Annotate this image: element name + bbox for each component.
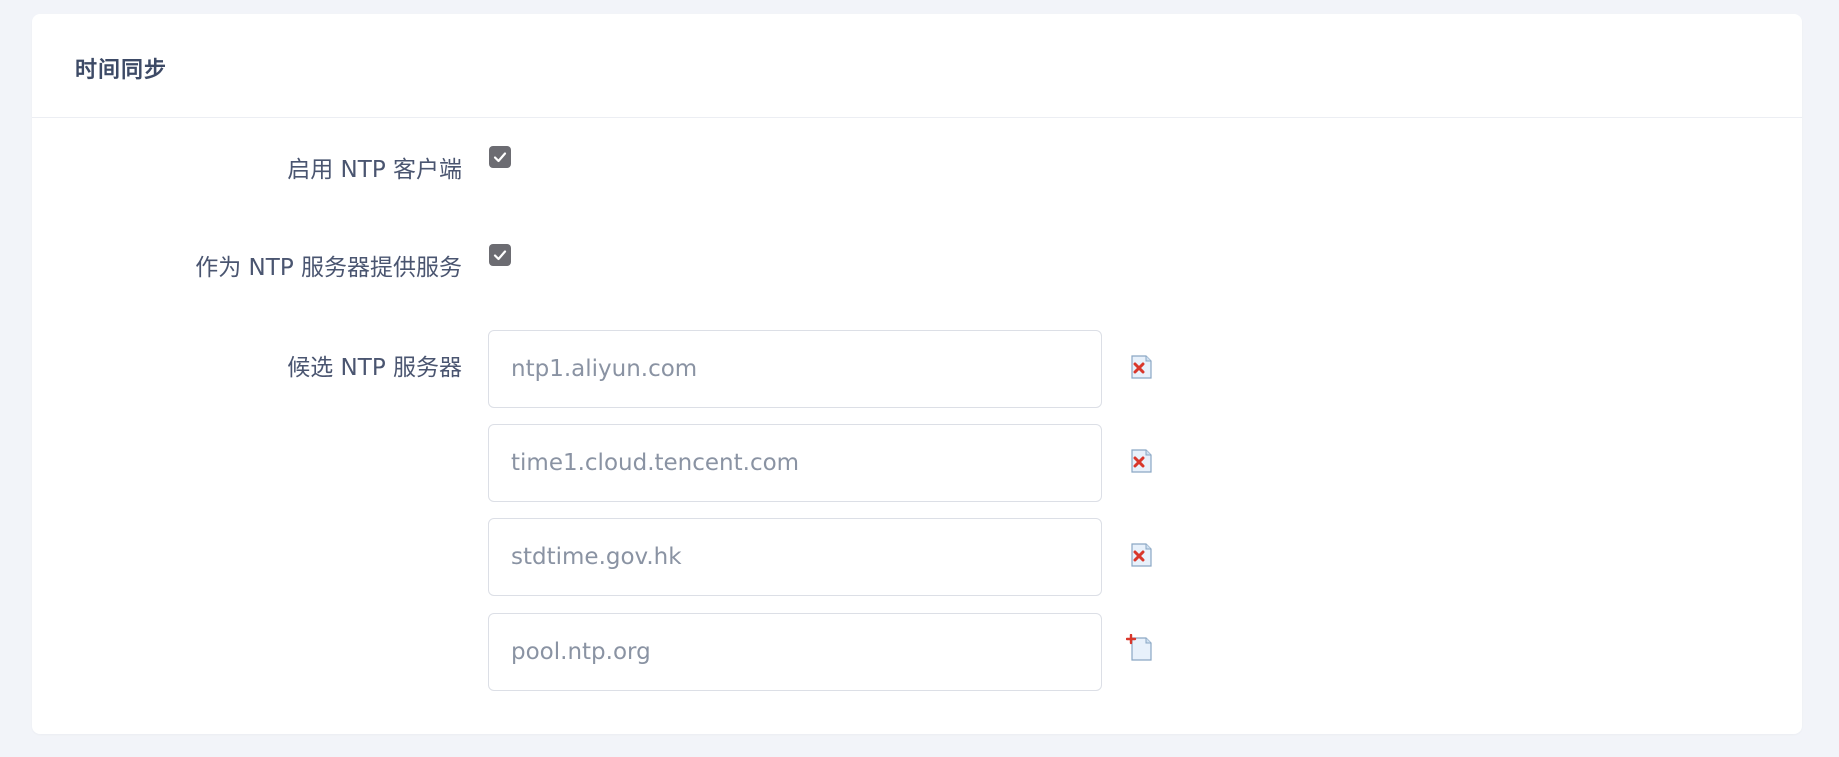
add-server-button[interactable]	[1126, 634, 1156, 664]
time-sync-card: 时间同步 启用 NTP 客户端 作为 NTP 服务器提供服务 候选 NTP 服务…	[32, 14, 1802, 734]
remove-icon	[1131, 355, 1152, 379]
remove-server-button[interactable]	[1126, 540, 1156, 570]
ntp-server-input[interactable]	[488, 330, 1102, 408]
candidate-ntp-servers-label: 候选 NTP 服务器	[287, 355, 462, 381]
ntp-server-input[interactable]	[488, 613, 1102, 691]
remove-icon	[1131, 449, 1152, 473]
card-header: 时间同步	[32, 14, 1802, 118]
card-title: 时间同步	[75, 58, 168, 83]
add-icon	[1126, 634, 1152, 661]
provide-ntp-server-checkbox[interactable]	[489, 244, 511, 266]
remove-icon	[1131, 543, 1152, 567]
provide-ntp-server-label: 作为 NTP 服务器提供服务	[195, 255, 462, 281]
remove-server-button[interactable]	[1126, 446, 1156, 476]
enable-ntp-client-label: 启用 NTP 客户端	[287, 157, 462, 183]
checkmark-icon	[493, 250, 507, 261]
ntp-server-input[interactable]	[488, 424, 1102, 502]
remove-server-button[interactable]	[1126, 352, 1156, 382]
enable-ntp-client-checkbox[interactable]	[489, 146, 511, 168]
ntp-server-input[interactable]	[488, 518, 1102, 596]
checkmark-icon	[493, 152, 507, 163]
